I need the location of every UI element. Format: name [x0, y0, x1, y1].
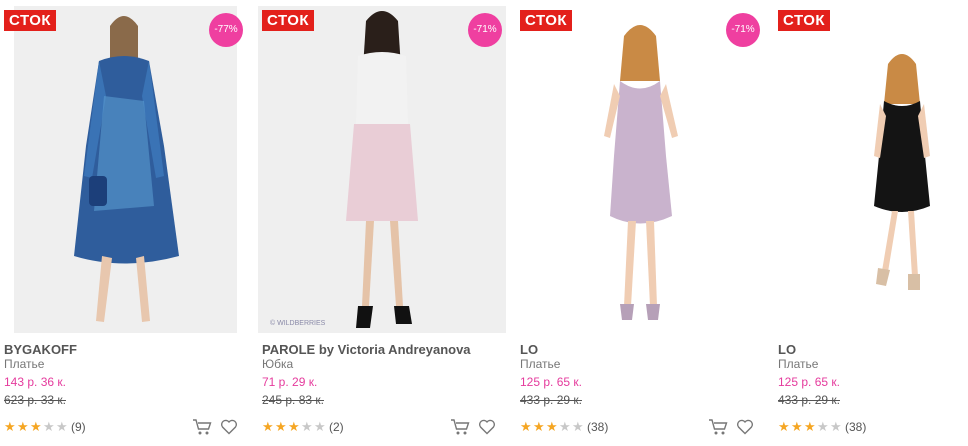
star-icon: ★ — [56, 419, 68, 434]
heart-icon[interactable] — [478, 418, 498, 436]
reviews-count[interactable]: (2) — [329, 420, 344, 434]
reviews-count[interactable]: (38) — [845, 420, 866, 434]
stock-badge: СТОК — [4, 10, 57, 31]
product-price: 143 р. 36 к. — [4, 375, 66, 389]
reviews-count[interactable]: (9) — [71, 420, 86, 434]
product-old-price: 433 р. 29 к. — [520, 393, 582, 407]
product-brand[interactable]: PAROLE by Victoria Andreyanova — [262, 342, 471, 357]
product-rating: ★ ★ ★ ★ ★ (38) — [778, 419, 866, 435]
product-card[interactable]: СТОК LO Платье 125 р. 65 к. 433 р. 29 к.… — [774, 0, 964, 446]
product-price: 71 р. 29 к. — [262, 375, 318, 389]
star-icon: ★ — [301, 419, 313, 434]
product-type: Платье — [778, 357, 819, 371]
star-icon: ★ — [546, 419, 558, 434]
star-icon: ★ — [43, 419, 55, 434]
product-photo[interactable]: © WILDBERRIES — [258, 6, 506, 333]
stock-badge: СТОК — [520, 10, 573, 31]
star-icon: ★ — [262, 419, 274, 434]
star-icon: ★ — [533, 419, 545, 434]
star-icon: ★ — [314, 419, 326, 434]
product-card[interactable]: СТОК -77% BYGAKOFF Платье 143 р. 36 к. 6… — [0, 0, 248, 446]
stock-badge: СТОК — [778, 10, 831, 31]
product-old-price: 245 р. 83 к. — [262, 393, 324, 407]
star-icon: ★ — [30, 419, 42, 434]
heart-icon[interactable] — [736, 418, 756, 436]
product-price: 125 р. 65 к. — [520, 375, 582, 389]
product-brand[interactable]: LO — [520, 342, 538, 357]
cart-icon[interactable] — [708, 418, 728, 436]
product-type: Платье — [520, 357, 561, 371]
star-icon: ★ — [288, 419, 300, 434]
stock-badge: СТОК — [262, 10, 315, 31]
star-icon: ★ — [559, 419, 571, 434]
star-icon: ★ — [804, 419, 816, 434]
star-icon: ★ — [520, 419, 532, 434]
discount-badge: -77% — [209, 13, 243, 47]
cart-icon[interactable] — [450, 418, 470, 436]
product-rating: ★ ★ ★ ★ ★ (9) — [4, 419, 86, 435]
star-icon: ★ — [572, 419, 584, 434]
star-icon: ★ — [778, 419, 790, 434]
product-old-price: 623 р. 33 к. — [4, 393, 66, 407]
product-price: 125 р. 65 к. — [778, 375, 840, 389]
discount-badge: -71% — [468, 13, 502, 47]
product-card[interactable]: © WILDBERRIES СТОК -71% PAROLE by Victor… — [258, 0, 506, 446]
product-rating: ★ ★ ★ ★ ★ (2) — [262, 419, 344, 435]
product-type: Юбка — [262, 357, 294, 371]
product-photo[interactable] — [516, 6, 764, 333]
discount-badge: -71% — [726, 13, 760, 47]
product-brand[interactable]: LO — [778, 342, 796, 357]
product-brand[interactable]: BYGAKOFF — [4, 342, 77, 357]
product-card[interactable]: СТОК -71% LO Платье 125 р. 65 к. 433 р. … — [516, 0, 764, 446]
product-photo[interactable] — [774, 6, 964, 333]
reviews-count[interactable]: (38) — [587, 420, 608, 434]
watermark: © WILDBERRIES — [270, 320, 326, 327]
product-old-price: 433 р. 29 к. — [778, 393, 840, 407]
star-icon: ★ — [791, 419, 803, 434]
star-icon: ★ — [275, 419, 287, 434]
cart-icon[interactable] — [192, 418, 212, 436]
product-photo[interactable] — [14, 6, 237, 333]
heart-icon[interactable] — [220, 418, 240, 436]
star-icon: ★ — [4, 419, 16, 434]
product-type: Платье — [4, 357, 45, 371]
star-icon: ★ — [17, 419, 29, 434]
star-icon: ★ — [830, 419, 842, 434]
star-icon: ★ — [817, 419, 829, 434]
product-rating: ★ ★ ★ ★ ★ (38) — [520, 419, 608, 435]
